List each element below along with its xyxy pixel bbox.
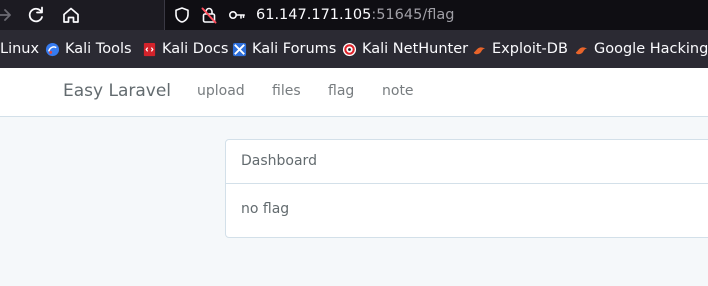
- bookmark-kali-docs[interactable]: Kali Docs: [142, 30, 228, 68]
- bookmark-kali-tools[interactable]: Kali Tools: [45, 30, 132, 68]
- panel-body: no flag: [226, 184, 708, 237]
- bookmark-label: Linux: [0, 41, 40, 57]
- site-navbar: Easy Laravel upload files flag note: [0, 68, 708, 117]
- kali-docs-icon: [142, 42, 157, 57]
- url-path: :51645/flag: [371, 7, 455, 23]
- bookmark-exploit-db[interactable]: Exploit-DB: [472, 30, 568, 68]
- bookmark-label: Kali Forums: [252, 41, 337, 57]
- key-icon[interactable]: [228, 6, 246, 24]
- kali-forums-icon: [232, 42, 247, 57]
- nav-link-upload[interactable]: upload: [197, 82, 245, 100]
- nav-link-note[interactable]: note: [382, 82, 414, 100]
- site-brand-link[interactable]: Easy Laravel: [63, 80, 171, 102]
- kali-tools-icon: [45, 42, 60, 57]
- bookmarks-toolbar: Linux Kali Tools Kali Docs Kali Forums K…: [0, 30, 708, 68]
- address-bar[interactable]: 61.147.171.105:51645/flag: [164, 0, 708, 30]
- reload-icon[interactable]: [25, 4, 47, 26]
- bookmark-kali-linux[interactable]: Linux: [0, 30, 39, 68]
- url-text[interactable]: 61.147.171.105:51645/flag: [256, 5, 454, 25]
- bookmark-kali-nethunter[interactable]: Kali NetHunter: [342, 30, 468, 68]
- google-hacking-db-icon: [574, 42, 589, 57]
- dashboard-panel: Dashboard no flag: [225, 139, 708, 238]
- shield-icon[interactable]: [173, 6, 191, 24]
- flag-message: no flag: [241, 201, 290, 217]
- bookmark-label: Kali Docs: [162, 41, 229, 57]
- bookmark-label: Exploit-DB: [492, 41, 568, 57]
- bookmark-google-hacking-db[interactable]: Google Hacking DB: [574, 30, 708, 68]
- panel-title: Dashboard: [241, 153, 317, 169]
- bookmark-kali-forums[interactable]: Kali Forums: [232, 30, 336, 68]
- exploit-db-icon: [472, 42, 487, 57]
- bookmark-label: Google Hacking DB: [594, 41, 708, 57]
- forward-arrow-icon[interactable]: [0, 4, 16, 26]
- nav-link-files[interactable]: files: [272, 82, 301, 100]
- home-icon[interactable]: [60, 4, 82, 26]
- insecure-lock-icon[interactable]: [200, 6, 218, 24]
- browser-toolbar: 61.147.171.105:51645/flag: [0, 0, 708, 30]
- bookmark-label: Kali NetHunter: [362, 41, 469, 57]
- nav-link-flag[interactable]: flag: [328, 82, 354, 100]
- panel-heading: Dashboard: [226, 140, 708, 184]
- kali-nethunter-icon: [342, 42, 357, 57]
- url-host: 61.147.171.105: [256, 7, 372, 23]
- bookmark-label: Kali Tools: [65, 41, 132, 57]
